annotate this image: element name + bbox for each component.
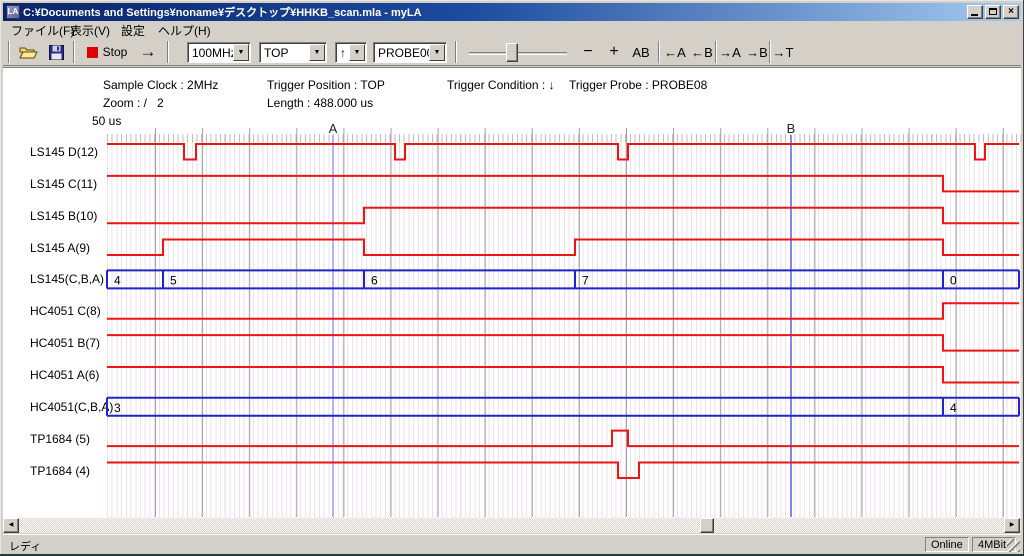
scrollbar-thumb[interactable]: [700, 518, 714, 533]
status-message: レディ: [9, 538, 41, 554]
stop-icon: [87, 47, 98, 58]
toolbar-separator: [455, 41, 457, 63]
run-arrow-icon: →: [140, 42, 157, 62]
signal-trace: [107, 335, 1019, 351]
trigger-probe-value: PROBE00: [378, 46, 433, 60]
app-icon: LA: [6, 5, 20, 19]
waveform-svg[interactable]: A B 4 5 6 7 0 3 4: [3, 68, 1021, 519]
marker-b-label: B: [787, 121, 796, 136]
bus-value: 4: [114, 273, 121, 287]
chevron-down-icon[interactable]: ▼: [309, 44, 325, 61]
menu-help[interactable]: ヘルプ(H): [158, 22, 211, 39]
horizontal-scrollbar[interactable]: ◀ ▶: [3, 518, 1021, 533]
toolbar: Stop → 100MHz ▼ TOP ▼ ↑ ▼ PROBE00 ▼ − + …: [3, 38, 1021, 66]
trigger-position-select[interactable]: TOP ▼: [259, 42, 327, 63]
toolbar-separator: [658, 41, 660, 63]
bus-value: 6: [371, 273, 378, 287]
signal-trace: [107, 144, 1019, 160]
goto-trigger-button[interactable]: →T: [769, 40, 797, 64]
window-title: C:¥Documents and Settings¥noname¥デスクトップ¥…: [23, 4, 965, 20]
trigger-edge-select[interactable]: ↑ ▼: [335, 42, 367, 63]
stop-button[interactable]: Stop: [83, 40, 131, 64]
close-button[interactable]: ×: [1003, 5, 1019, 19]
goto-marker-b-fwd-button[interactable]: →B: [743, 40, 771, 64]
trigger-probe-select[interactable]: PROBE00 ▼: [373, 42, 447, 63]
run-button[interactable]: →: [133, 40, 163, 64]
signal-trace: [107, 208, 1019, 224]
minimize-icon: [971, 14, 978, 16]
resize-grip[interactable]: [1007, 539, 1020, 552]
signal-trace: [107, 367, 1019, 383]
scroll-left-button[interactable]: ◀: [3, 518, 19, 533]
zoom-out-button[interactable]: −: [577, 40, 599, 64]
app-window: LA C:¥Documents and Settings¥noname¥デスクト…: [0, 0, 1024, 556]
menu-settings[interactable]: 設定: [121, 22, 145, 39]
toolbar-separator: [167, 41, 169, 63]
marker-a-label: A: [329, 121, 338, 136]
signal-trace: [107, 176, 1019, 192]
titlebar[interactable]: LA C:¥Documents and Settings¥noname¥デスクト…: [3, 3, 1021, 21]
trigger-edge-value: ↑: [340, 46, 346, 60]
signal-trace: [107, 431, 1019, 447]
statusbar: レディ Online 4MBit: [3, 534, 1021, 553]
waveform-area[interactable]: Sample Clock : 2MHz Trigger Position : T…: [3, 67, 1021, 518]
chevron-down-icon[interactable]: ▼: [349, 44, 365, 61]
chevron-down-icon[interactable]: ▼: [429, 44, 445, 61]
maximize-button[interactable]: [985, 5, 1001, 19]
stop-label: Stop: [103, 45, 128, 59]
signal-trace: [107, 303, 1019, 319]
bus-value: 4: [950, 401, 957, 415]
toolbar-separator: [73, 41, 75, 63]
trigger-position-value: TOP: [264, 46, 288, 60]
maximize-icon: [989, 8, 997, 15]
goto-marker-b-back-button[interactable]: ←B: [688, 40, 716, 64]
bus-value: 0: [950, 273, 957, 287]
zoom-slider-track[interactable]: [469, 52, 567, 55]
open-file-button[interactable]: [15, 40, 41, 64]
goto-marker-a-fwd-button[interactable]: →A: [716, 40, 744, 64]
minimize-button[interactable]: [967, 5, 983, 19]
save-file-button[interactable]: [43, 40, 69, 64]
floppy-icon: [49, 45, 64, 60]
scroll-right-button[interactable]: ▶: [1004, 518, 1020, 533]
menu-file[interactable]: ファイル(F): [11, 22, 74, 39]
chevron-down-icon[interactable]: ▼: [233, 44, 249, 61]
bus-value: 5: [170, 273, 177, 287]
zoom-slider-thumb[interactable]: [506, 43, 518, 62]
signal-trace: [107, 240, 1019, 256]
zoom-in-button[interactable]: +: [603, 40, 625, 64]
ab-span-button[interactable]: AB: [627, 40, 655, 64]
signal-trace: [107, 463, 1019, 479]
menu-view[interactable]: 表示(V): [70, 22, 110, 39]
toolbar-grip: [8, 41, 10, 63]
menubar: ファイル(F) 表示(V) 設定 ヘルプ(H): [3, 21, 1021, 37]
sample-clock-select[interactable]: 100MHz ▼: [187, 42, 251, 63]
online-status-badge: Online: [925, 537, 969, 552]
bus-value: 7: [582, 273, 589, 287]
sample-clock-value: 100MHz: [192, 46, 237, 60]
goto-marker-a-back-button[interactable]: ←A: [661, 40, 689, 64]
open-folder-icon: [19, 45, 38, 60]
bus-value: 3: [114, 401, 121, 415]
